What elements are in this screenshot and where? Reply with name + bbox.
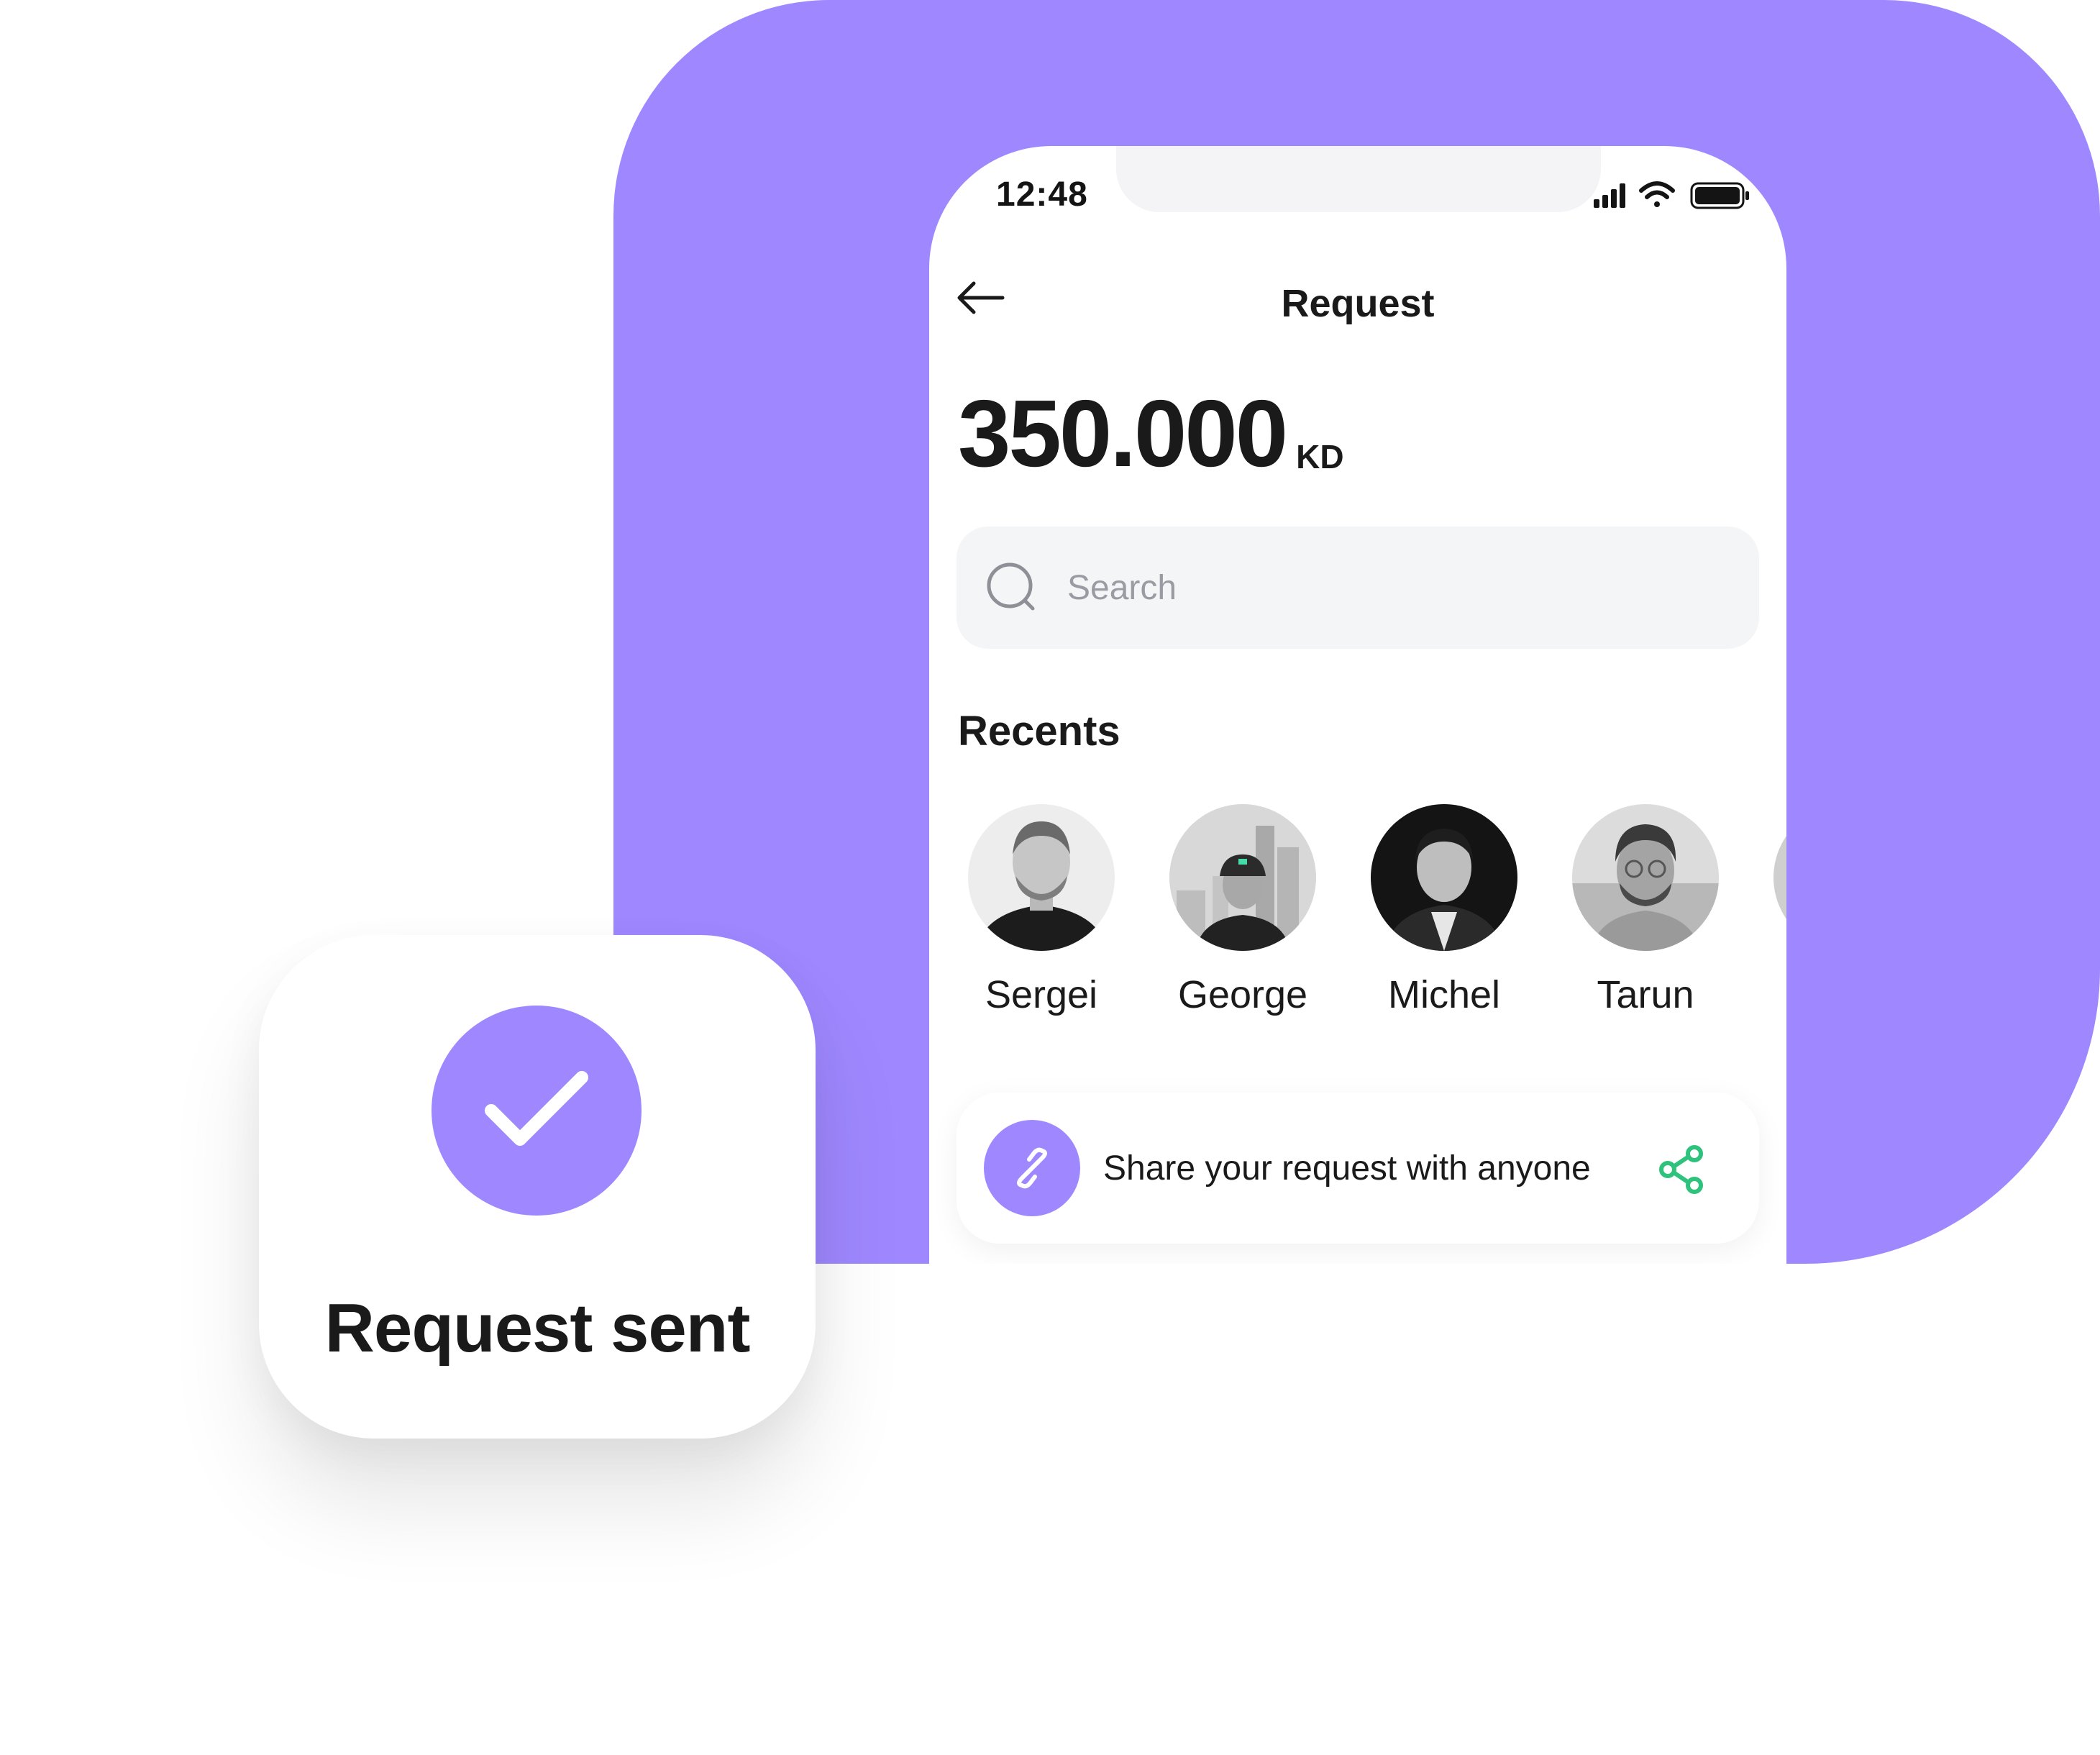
- contact-name: Sergei: [985, 973, 1098, 1016]
- contact-name: G: [1761, 972, 1786, 1017]
- contact-george[interactable]: George: [1156, 804, 1329, 1017]
- wifi-icon: [1639, 181, 1675, 207]
- amount-value: 350.000: [958, 380, 1288, 486]
- share-icon[interactable]: [1657, 1144, 1707, 1195]
- request-sent-toast: Request sent: [259, 935, 816, 1439]
- contact-michel[interactable]: Michel: [1358, 804, 1530, 1017]
- recent-contacts: Sergei George Michel Tarun: [929, 804, 1786, 1034]
- avatar: [1773, 804, 1786, 951]
- search-placeholder: Search: [1067, 568, 1177, 607]
- battery-icon: [1690, 182, 1749, 209]
- share-request-button[interactable]: Share your request with anyone: [957, 1093, 1759, 1244]
- status-time: 12:48: [996, 176, 1088, 214]
- status-icons: [1594, 181, 1749, 209]
- contact-name: George: [1177, 973, 1308, 1016]
- link-icon: [1017, 1147, 1047, 1189]
- promo-canvas: 12:48 Request 350.000 KD Search Recents …: [0, 0, 2100, 1755]
- contact-name: Tarun: [1597, 973, 1694, 1016]
- search-input[interactable]: Search: [957, 526, 1759, 649]
- link-icon-badge: [984, 1120, 1080, 1216]
- contact-tarun[interactable]: Tarun: [1559, 804, 1732, 1017]
- signal-icon: [1594, 183, 1625, 208]
- contact-name: Michel: [1387, 973, 1501, 1016]
- amount-currency: KD: [1296, 438, 1344, 475]
- check-circle: [432, 1006, 642, 1216]
- share-label: Share your request with anyone: [1103, 1149, 1591, 1188]
- phone-notch: [1116, 146, 1601, 212]
- avatar: [1169, 804, 1316, 951]
- search-icon: [987, 562, 1035, 611]
- contact-sergei[interactable]: Sergei: [955, 804, 1128, 1017]
- avatar: [1572, 804, 1719, 951]
- checkmark-icon: [485, 1071, 588, 1146]
- amount-display: 350.000 KD: [958, 380, 1344, 486]
- page-title: Request: [1281, 282, 1435, 325]
- recents-title: Recents: [958, 708, 1120, 755]
- avatar: [968, 804, 1115, 951]
- toast-label: Request sent: [324, 1290, 751, 1367]
- contact-partial[interactable]: G: [1761, 804, 1786, 1017]
- phone-screen: 12:48 Request 350.000 KD Search Recents …: [929, 146, 1786, 1264]
- avatar: [1371, 804, 1517, 951]
